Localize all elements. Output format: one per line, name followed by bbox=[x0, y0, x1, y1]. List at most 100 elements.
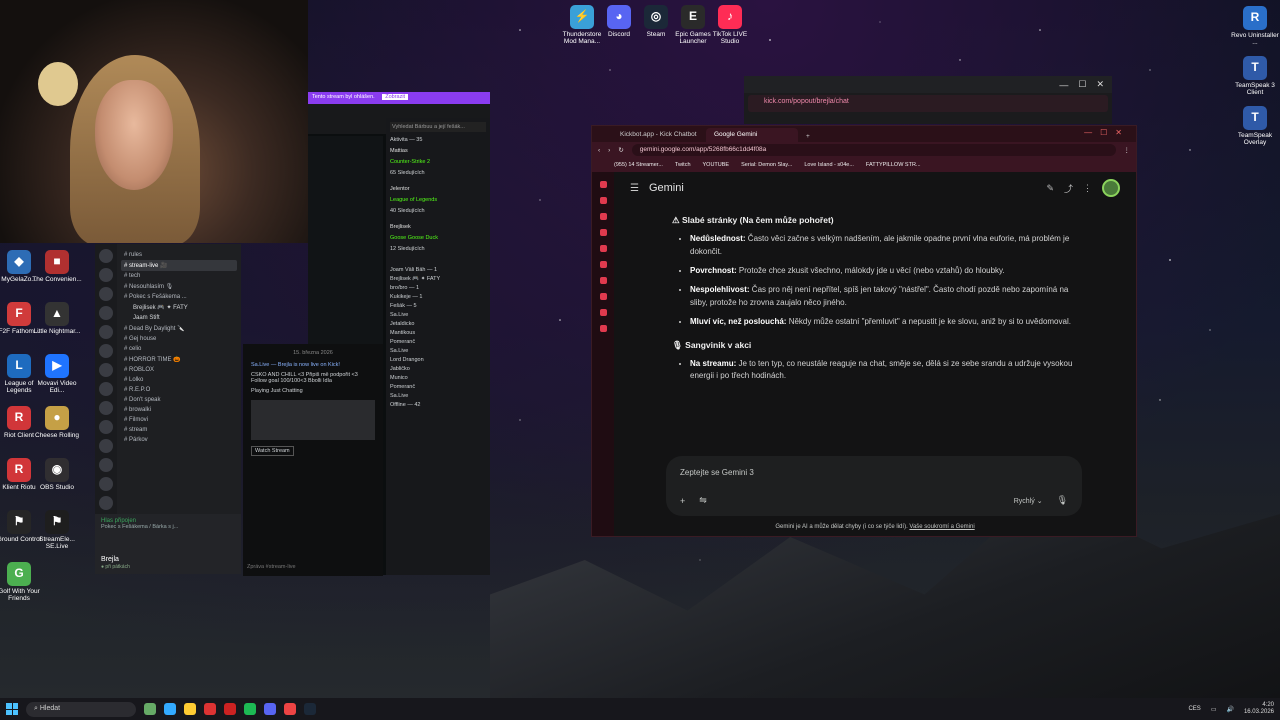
language-indicator[interactable]: CES bbox=[1188, 706, 1200, 712]
clock[interactable]: 4:20 16.03.2026 bbox=[1244, 702, 1274, 716]
channel-item[interactable]: # Nesouhlasím 🎙 bbox=[121, 281, 237, 292]
desktop-shortcut[interactable]: ◉ OBS Studio bbox=[32, 458, 82, 491]
url-input[interactable]: gemini.google.com/app/5268fb66c1dd4f08a bbox=[631, 144, 1116, 156]
prompt-box[interactable]: Zeptejte se Gemini 3 + ⇋ Rychlý ⌄ 🎙 bbox=[666, 456, 1082, 516]
watch-stream-button[interactable]: Watch Stream bbox=[251, 446, 294, 456]
channel-item[interactable]: # stream-live 🎥 bbox=[121, 260, 237, 271]
explorer-icon[interactable] bbox=[184, 703, 196, 715]
channel-item[interactable]: # Don't speak bbox=[121, 395, 237, 405]
channel-item[interactable]: # Pokec s Fešákema ... bbox=[121, 292, 237, 302]
member-item[interactable]: Munico bbox=[390, 375, 486, 381]
bookmark-item[interactable]: YOUTUBE bbox=[703, 162, 730, 168]
bookmark-item[interactable]: Serial: Demon Slay... bbox=[741, 162, 792, 168]
extensions-icon[interactable]: ⋮ bbox=[1124, 146, 1131, 154]
tab-gemini[interactable]: Google Gemini bbox=[706, 128, 798, 142]
back-icon[interactable]: ‹ bbox=[598, 147, 600, 154]
member-item[interactable]: Fešák — 5 bbox=[390, 303, 486, 309]
member-item[interactable]: Pomeranč bbox=[390, 384, 486, 390]
prompt-input[interactable]: Zeptejte se Gemini 3 bbox=[680, 468, 754, 477]
tools-icon[interactable]: ⇋ bbox=[699, 495, 707, 506]
member-item[interactable]: Jabličko bbox=[390, 366, 486, 372]
steam-icon[interactable] bbox=[304, 703, 316, 715]
maximize-icon[interactable]: ☐ bbox=[1078, 79, 1086, 90]
member-item[interactable]: Sa.Live bbox=[390, 393, 486, 399]
channel-item[interactable]: # ROBLOX bbox=[121, 365, 237, 375]
desktop-shortcut[interactable]: ▲ Little Nightmar... bbox=[32, 302, 82, 335]
desktop-shortcut[interactable]: T TeamSpeak 3 Client bbox=[1230, 56, 1280, 96]
stream-entry[interactable]: Jelentor League of Legends 40 Sledujících bbox=[390, 186, 486, 219]
member-item[interactable]: Sa.Live bbox=[390, 348, 486, 354]
member-item[interactable]: Kukikeje — 1 bbox=[390, 294, 486, 300]
share-icon[interactable]: ⤴ bbox=[1064, 182, 1073, 195]
member-item[interactable]: Offline — 42 bbox=[390, 402, 486, 408]
member-item[interactable]: Joam Väli Bäh — 1 bbox=[390, 267, 486, 273]
bookmark-item[interactable]: Twitch bbox=[675, 162, 691, 168]
desktop-shortcut[interactable]: T TeamSpeak Overlay bbox=[1230, 106, 1280, 146]
add-icon[interactable]: + bbox=[680, 496, 685, 506]
volume-icon[interactable]: 🔊 bbox=[1226, 706, 1233, 713]
more-icon[interactable]: ⋮ bbox=[1083, 183, 1092, 194]
avatar[interactable] bbox=[1102, 179, 1120, 197]
reload-icon[interactable]: ↻ bbox=[618, 146, 623, 154]
kick-banner-button[interactable]: Zobrazit bbox=[382, 94, 409, 100]
member-item[interactable]: bro/bro — 1 bbox=[390, 285, 486, 291]
channel-item[interactable]: # browalki bbox=[121, 405, 237, 415]
stream-thumbnail[interactable] bbox=[251, 400, 375, 440]
microphone-icon[interactable]: 🎙 bbox=[1057, 495, 1068, 506]
privacy-link[interactable]: Vaše soukromí a Gemini bbox=[909, 524, 974, 530]
channel-item[interactable]: # HORROR TIME 🎃 bbox=[121, 354, 237, 365]
xbox-icon[interactable] bbox=[144, 703, 156, 715]
voice-user[interactable]: Brejlisek 🎮 ✦ FATY bbox=[121, 302, 237, 313]
close-icon[interactable]: ✕ bbox=[1096, 79, 1104, 90]
channel-item[interactable]: # tech bbox=[121, 271, 237, 281]
browser-side-panel[interactable] bbox=[592, 172, 614, 536]
channel-item[interactable]: # Gej house bbox=[121, 334, 237, 344]
member-item[interactable]: Brejlisek 🎮 ✦ FATY bbox=[390, 276, 486, 282]
start-icon[interactable] bbox=[6, 703, 18, 715]
desktop-shortcut[interactable]: ♪ TikTok LIVE Studio bbox=[705, 5, 755, 45]
mode-selector[interactable]: Rychlý ⌄ bbox=[1014, 497, 1043, 505]
spotify-icon[interactable] bbox=[244, 703, 256, 715]
desktop-shortcut[interactable]: ⚑ StreamEle... SE.Live bbox=[32, 510, 82, 550]
network-icon[interactable]: ▭ bbox=[1211, 706, 1217, 713]
desktop-shortcut[interactable]: ▶ Movavi Video Edi... bbox=[32, 354, 82, 394]
menu-icon[interactable]: ☰ bbox=[630, 183, 639, 194]
kick-search-input[interactable]: Vyhledat Bárbuu a její fešák... bbox=[390, 122, 486, 132]
channel-item[interactable]: # rules bbox=[121, 250, 237, 260]
discord-icon[interactable] bbox=[264, 703, 276, 715]
member-item[interactable]: Sa.Live bbox=[390, 312, 486, 318]
tab-kickbot[interactable]: Kickbot.app - Kick Chatbot bbox=[612, 128, 704, 142]
new-chat-icon[interactable]: ✎ bbox=[1046, 183, 1054, 194]
app-icon[interactable] bbox=[284, 703, 296, 715]
bookmark-item[interactable]: FATTYPILLOW STR... bbox=[866, 162, 921, 168]
new-tab-icon[interactable]: + bbox=[800, 131, 816, 142]
forward-icon[interactable]: › bbox=[608, 147, 610, 154]
stream-entry[interactable]: Brejlisek Goose Goose Duck 12 Sledujících bbox=[390, 224, 486, 257]
kick-message-input[interactable]: Zpráva #stream-live bbox=[247, 564, 379, 570]
channel-item[interactable]: # Dead By Daylight 🔪 bbox=[121, 323, 237, 334]
taskbar-search[interactable]: ⌕ Hledat bbox=[26, 701, 136, 717]
opera-icon[interactable] bbox=[204, 703, 216, 715]
bookmark-item[interactable]: Love Island - s04e... bbox=[804, 162, 854, 168]
desktop-shortcut[interactable]: ■ The Convenien... bbox=[32, 250, 82, 283]
channel-item[interactable]: # Filmovi bbox=[121, 415, 237, 425]
desktop-shortcut[interactable]: ● Cheese Rolling bbox=[32, 406, 82, 439]
channel-item[interactable]: # celio bbox=[121, 344, 237, 354]
discord-username[interactable]: Brejla ● při pátkách bbox=[101, 556, 130, 570]
member-item[interactable]: Jetaldicko bbox=[390, 321, 486, 327]
desktop-shortcut[interactable]: R Revo Uninstaller ... bbox=[1230, 6, 1280, 46]
bookmark-item[interactable]: (955) 14 Streamer... bbox=[614, 162, 663, 168]
channel-item[interactable]: # stream bbox=[121, 425, 237, 435]
stream-entry[interactable]: Mattias Counter-Strike 2 65 Sledujících bbox=[390, 148, 486, 181]
edge-icon[interactable] bbox=[164, 703, 176, 715]
desktop-shortcut[interactable]: G Golf With Your Friends bbox=[0, 562, 44, 602]
channel-item[interactable]: # R.E.P.O bbox=[121, 385, 237, 395]
member-item[interactable]: Mantikous bbox=[390, 330, 486, 336]
window-controls[interactable]: —☐✕ bbox=[1084, 128, 1130, 137]
minimize-icon[interactable]: — bbox=[1059, 80, 1068, 90]
channel-item[interactable]: # Lolko bbox=[121, 375, 237, 385]
popout-address-bar[interactable]: kick.com/popout/brejla/chat bbox=[748, 95, 1108, 112]
member-item[interactable]: Pomeranč bbox=[390, 339, 486, 345]
discord-server-list[interactable] bbox=[95, 244, 117, 567]
channel-item[interactable]: # Párkov bbox=[121, 435, 237, 445]
